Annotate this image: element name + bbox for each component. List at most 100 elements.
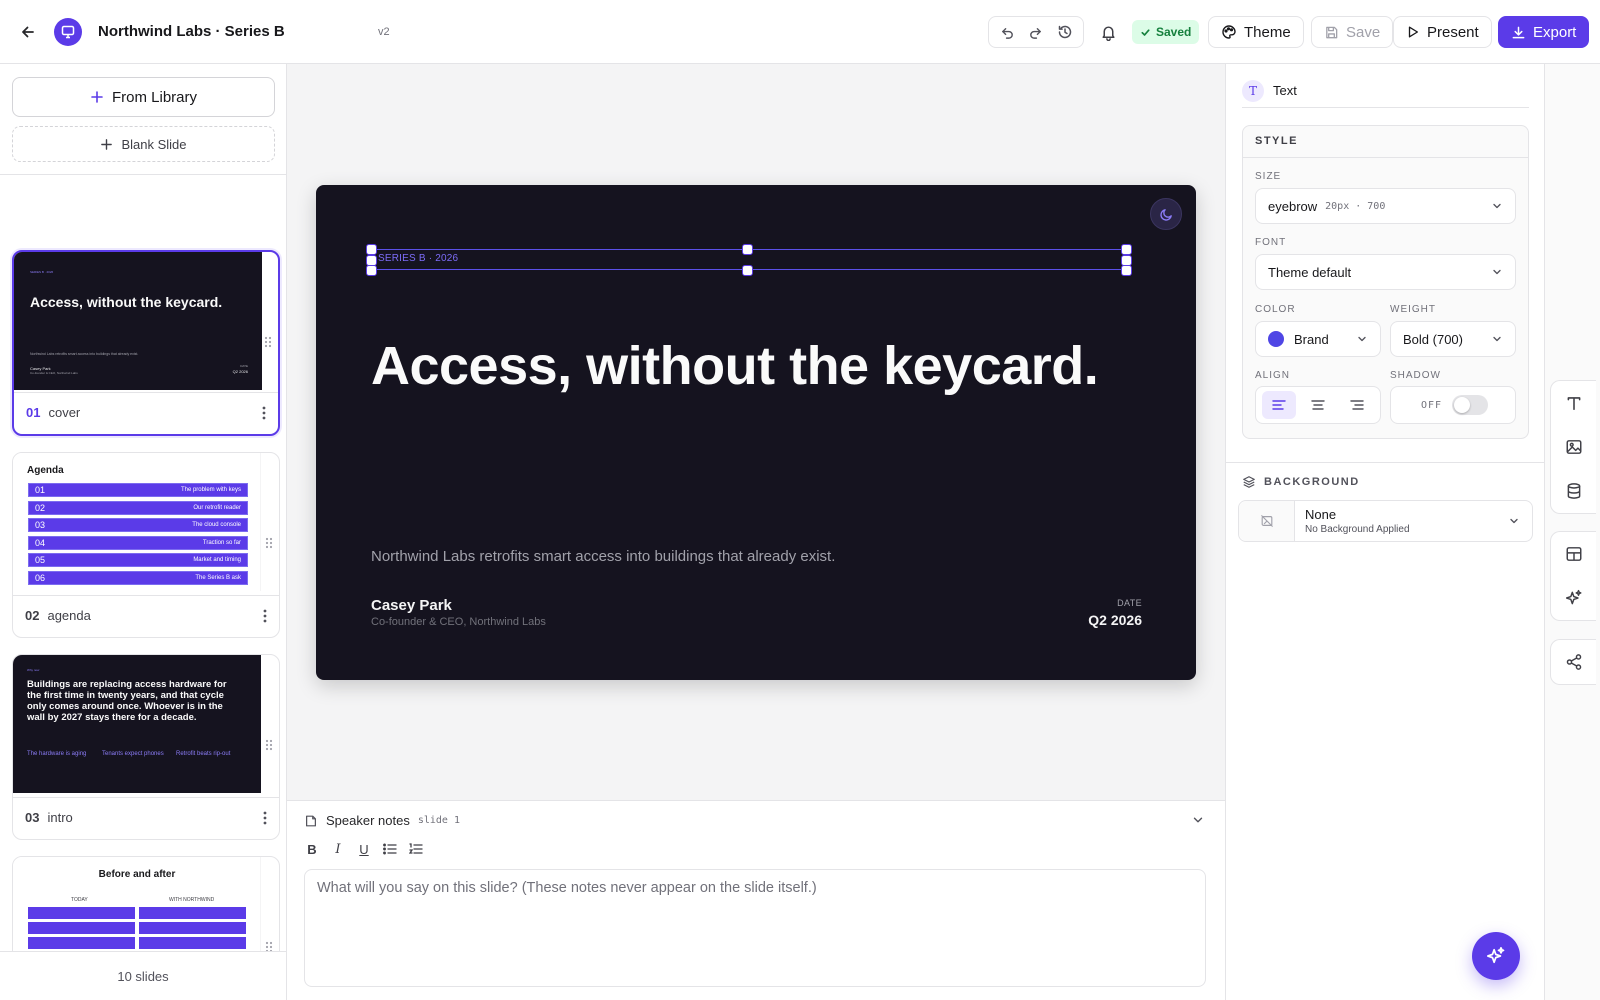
- more-vertical-icon[interactable]: [263, 609, 267, 623]
- save-floppy-icon: [1324, 25, 1339, 40]
- preview-title: Agenda: [27, 465, 64, 476]
- divider: [1226, 462, 1544, 463]
- chevron-down-icon: [1491, 266, 1503, 278]
- dark-mode-moon-icon[interactable]: [1150, 198, 1182, 230]
- top-bar: Northwind Labs · Series B v2 Saved Theme…: [0, 0, 1600, 64]
- agenda-row: 04 Traction so far: [28, 536, 248, 550]
- background-select[interactable]: None No Background Applied: [1238, 500, 1533, 542]
- ai-sparkle-tool-icon[interactable]: [1551, 576, 1597, 620]
- slide-card-footer: 02 agenda: [13, 595, 279, 635]
- speaker-notes-input[interactable]: What will you say on this slide? (These …: [304, 869, 1206, 987]
- resize-handle[interactable]: [366, 244, 377, 255]
- slide-card-footer: 01 cover: [14, 392, 278, 432]
- slide-card-footer: 03 intro: [13, 797, 279, 837]
- size-select[interactable]: eyebrow 20px · 700: [1255, 188, 1516, 224]
- slide-thumbnail-card[interactable]: SERIES B · 2026 Access, without the keyc…: [12, 250, 280, 436]
- background-heading: BACKGROUND: [1242, 475, 1360, 489]
- speaker-notes-panel: Speaker notes slide 1 B I U What will yo…: [287, 800, 1225, 1000]
- document-title[interactable]: Northwind Labs · Series B: [98, 23, 285, 40]
- share-icon[interactable]: [1551, 640, 1597, 684]
- text-type-icon: T: [1242, 79, 1264, 102]
- preview-date: Q2 2026: [232, 369, 248, 374]
- date-value[interactable]: Q2 2026: [1088, 612, 1142, 628]
- present-button[interactable]: Present: [1393, 16, 1492, 48]
- more-vertical-icon[interactable]: [262, 406, 266, 420]
- slide-canvas[interactable]: SERIES B · 2026 Access, without the keyc…: [316, 185, 1196, 680]
- bulleted-list-icon[interactable]: [382, 841, 398, 857]
- slide-title[interactable]: Access, without the keycard.: [371, 335, 1099, 397]
- back-arrow-icon[interactable]: [14, 18, 42, 46]
- slide-subtitle[interactable]: Northwind Labs retrofits smart access in…: [371, 548, 835, 565]
- drag-handle-icon[interactable]: [265, 739, 273, 751]
- font-select[interactable]: Theme default: [1255, 254, 1516, 290]
- element-type-label: Text: [1273, 83, 1297, 98]
- drag-handle-icon[interactable]: [265, 537, 273, 549]
- align-left-icon[interactable]: [1262, 391, 1297, 419]
- layers-icon: [1242, 475, 1256, 489]
- resize-handle[interactable]: [742, 244, 753, 255]
- color-select[interactable]: Brand: [1255, 321, 1381, 357]
- agenda-text: Our retrofit reader: [193, 505, 241, 511]
- preview-subtitle: Northwind Labs retrofits smart access in…: [30, 352, 139, 356]
- image-tool-icon[interactable]: [1551, 425, 1597, 469]
- chevron-down-icon[interactable]: [1191, 813, 1205, 827]
- preview-column-heading: Tenants expect phones: [102, 751, 164, 757]
- align-toggle-group: [1255, 386, 1381, 424]
- underline-icon[interactable]: U: [356, 841, 372, 857]
- slide-preview: Agenda 01 The problem with keys 02 Our ret…: [13, 453, 261, 591]
- weight-select[interactable]: Bold (700): [1390, 321, 1516, 357]
- resize-handle[interactable]: [366, 265, 377, 276]
- preview-eyebrow: Why now: [27, 668, 40, 672]
- color-value: Brand: [1294, 331, 1329, 347]
- image-off-icon: [1239, 501, 1295, 541]
- chevron-down-icon: [1508, 515, 1520, 527]
- more-vertical-icon[interactable]: [263, 811, 267, 825]
- agenda-num: 04: [35, 538, 46, 548]
- resize-handle[interactable]: [742, 265, 753, 276]
- speaker-notes-header[interactable]: Speaker notes slide 1: [304, 813, 460, 828]
- italic-icon[interactable]: I: [330, 841, 346, 857]
- presenter-role[interactable]: Co-founder & CEO, Northwind Labs: [371, 616, 546, 628]
- blank-slide-button[interactable]: Blank Slide: [12, 126, 275, 162]
- share-tools-group: [1550, 639, 1596, 685]
- chevron-down-icon: [1356, 333, 1368, 345]
- presenter-name[interactable]: Casey Park: [371, 597, 452, 614]
- style-heading: STYLE: [1255, 135, 1298, 147]
- drag-handle-icon[interactable]: [264, 336, 272, 348]
- preview-column-heading: WITH NORTHWIND: [169, 897, 215, 903]
- preview-date-label: DATE: [240, 364, 248, 368]
- agenda-text: Market and timing: [193, 557, 241, 563]
- redo-icon[interactable]: [1024, 20, 1048, 44]
- slide-thumbnail-card[interactable]: Why now Buildings are replacing access h…: [12, 654, 280, 840]
- tool-rail: [1544, 64, 1600, 1000]
- slide-canvas-area: SERIES B · 2026 Access, without the keyc…: [287, 64, 1225, 800]
- from-library-label: From Library: [111, 88, 197, 106]
- color-label: COLOR: [1255, 304, 1296, 315]
- ai-assistant-sparkle-icon[interactable]: [1472, 932, 1520, 980]
- date-label[interactable]: DATE: [1117, 598, 1142, 608]
- agenda-row: 06 The Series B ask: [28, 571, 248, 585]
- bold-icon[interactable]: B: [304, 841, 320, 857]
- numbered-list-icon[interactable]: [408, 841, 424, 857]
- theme-button[interactable]: Theme: [1208, 16, 1304, 48]
- saved-status-badge: Saved: [1132, 20, 1200, 44]
- export-button[interactable]: Export: [1498, 16, 1590, 48]
- save-button[interactable]: Save: [1311, 16, 1394, 48]
- align-label: ALIGN: [1255, 370, 1291, 381]
- data-tool-icon[interactable]: [1551, 469, 1597, 513]
- notifications-bell-icon[interactable]: [1096, 20, 1120, 44]
- agenda-text: The Series B ask: [195, 575, 241, 581]
- undo-icon[interactable]: [995, 20, 1019, 44]
- align-center-icon[interactable]: [1301, 391, 1335, 419]
- layout-tool-icon[interactable]: [1551, 532, 1597, 576]
- text-tool-icon[interactable]: [1551, 381, 1597, 425]
- slide-thumbnail-card[interactable]: Agenda 01 The problem with keys 02 Our ret…: [12, 452, 280, 638]
- size-spec: 20px · 700: [1325, 200, 1386, 212]
- from-library-button[interactable]: From Library: [12, 77, 275, 117]
- version-history-icon[interactable]: [1053, 20, 1077, 44]
- resize-handle[interactable]: [1121, 244, 1132, 255]
- download-icon: [1511, 25, 1526, 40]
- align-right-icon[interactable]: [1340, 391, 1374, 419]
- shadow-toggle[interactable]: [1452, 395, 1489, 415]
- resize-handle[interactable]: [1121, 265, 1132, 276]
